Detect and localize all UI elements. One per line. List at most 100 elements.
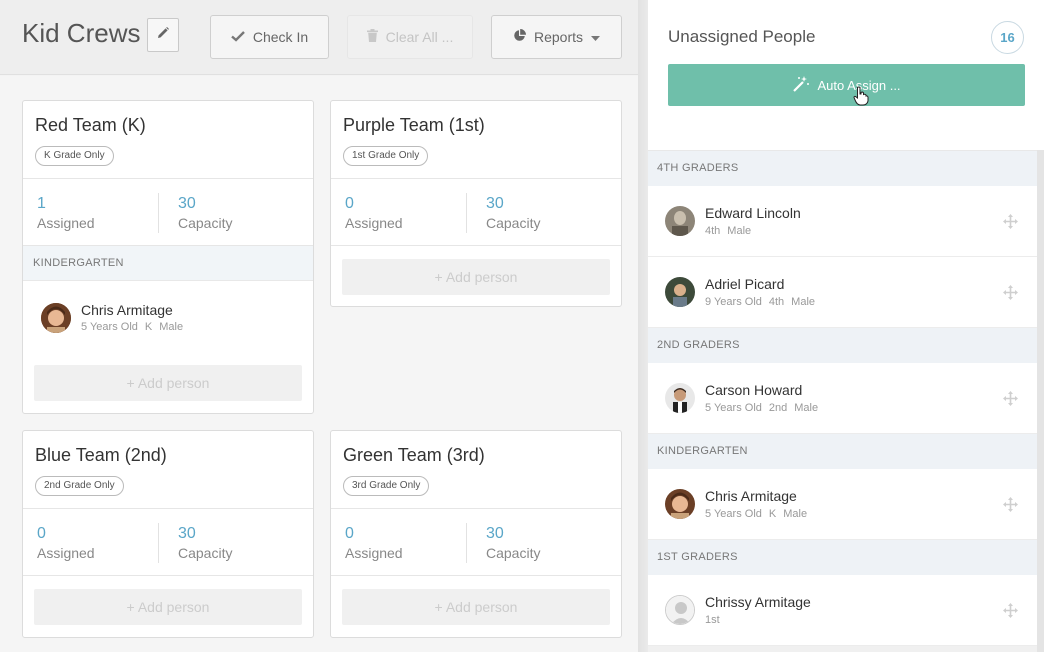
member-age: 5 Years Old [81, 321, 138, 333]
check-in-button[interactable]: Check In [210, 15, 329, 59]
capacity-stat: 30 Capacity [178, 525, 232, 561]
assigned-count: 0 [37, 525, 46, 542]
grade-section-header: 4TH GRADERS [648, 151, 1044, 186]
drag-handle-icon[interactable] [1003, 603, 1018, 623]
capacity-label: Capacity [486, 215, 541, 231]
check-in-label: Check In [252, 29, 309, 45]
stat-divider [158, 523, 159, 563]
scrollbar[interactable] [1037, 150, 1044, 652]
add-person-button[interactable]: + Add person [342, 259, 610, 295]
stat-divider [158, 193, 159, 233]
assigned-stat: 1 Assigned [37, 195, 95, 231]
team-name: Red Team (K) [35, 115, 146, 135]
grade-restriction-badge: 3rd Grade Only [343, 476, 430, 496]
assigned-stat: 0 Assigned [345, 195, 403, 231]
capacity-count: 30 [486, 525, 504, 542]
reports-dropdown-button[interactable]: Reports [491, 15, 622, 59]
team-card-red: Red Team (K) K Grade Only 1 Assigned 30 … [22, 100, 314, 414]
add-person-button[interactable]: + Add person [34, 589, 302, 625]
stat-divider [466, 523, 467, 563]
team-card-blue: Blue Team (2nd) 2nd Grade Only 0 Assigne… [22, 430, 314, 638]
assigned-label: Assigned [37, 545, 95, 561]
capacity-count: 30 [486, 195, 504, 212]
clear-all-label: Clear All ... [385, 29, 454, 45]
panel-divider [638, 0, 648, 652]
stat-divider [466, 193, 467, 233]
person-row[interactable]: Chrissy Armitage 1st [648, 575, 1037, 646]
capacity-stat: 30 Capacity [486, 195, 540, 231]
person-grade: 1st [705, 614, 720, 626]
capacity-label: Capacity [178, 545, 233, 561]
grade-section-header: KINDERGARTEN [23, 246, 313, 281]
person-gender: Male [794, 402, 819, 414]
person-name: Edward Lincoln [705, 205, 801, 221]
toolbar: Kid Crews Check In Clear All ... Reports [0, 0, 638, 75]
person-age: 5 Years Old [705, 508, 762, 520]
person-name: Chris Armitage [705, 488, 797, 504]
member-details: 5 Years Old K Male [81, 321, 190, 333]
person-name: Carson Howard [705, 382, 803, 398]
reports-label: Reports [533, 29, 584, 45]
magic-wand-icon [792, 75, 810, 96]
team-name: Green Team (3rd) [343, 445, 485, 465]
grade-restriction-badge: K Grade Only [35, 146, 114, 166]
person-details: 4th Male [705, 225, 758, 237]
capacity-label: Capacity [178, 215, 233, 231]
team-name: Purple Team (1st) [343, 115, 485, 135]
add-person-button[interactable]: + Add person [34, 365, 302, 401]
auto-assign-button[interactable]: Auto Assign ... [668, 64, 1025, 106]
grade-restriction-badge: 2nd Grade Only [35, 476, 124, 496]
person-details: 9 Years Old 4th Male [705, 296, 822, 308]
team-member-row[interactable]: Chris Armitage 5 Years Old K Male [23, 281, 313, 355]
pie-chart-icon [513, 29, 526, 45]
panel-title: Unassigned People [668, 27, 816, 46]
person-age: 9 Years Old [705, 296, 762, 308]
add-person-button[interactable]: + Add person [342, 589, 610, 625]
member-grade: K [144, 321, 153, 333]
team-stats: 0 Assigned 30 Capacity [23, 508, 313, 576]
unassigned-count-badge: 16 [991, 21, 1024, 54]
person-gender: Male [791, 296, 816, 308]
assigned-label: Assigned [345, 545, 403, 561]
unassigned-panel: Unassigned People 16 Auto Assign ... 4TH… [648, 0, 1044, 652]
assigned-label: Assigned [345, 215, 403, 231]
grade-section-header: 1ST GRADERS [648, 540, 1044, 575]
member-name: Chris Armitage [81, 302, 173, 318]
drag-handle-icon[interactable] [1003, 214, 1018, 234]
drag-handle-icon[interactable] [1003, 391, 1018, 411]
person-name: Adriel Picard [705, 276, 785, 292]
capacity-stat: 30 Capacity [178, 195, 232, 231]
team-stats: 1 Assigned 30 Capacity [23, 178, 313, 246]
edit-title-button[interactable] [147, 18, 179, 52]
grade-section-header: KINDERGARTEN [648, 434, 1044, 469]
avatar [665, 206, 695, 236]
crews-board: Red Team (K) K Grade Only 1 Assigned 30 … [0, 76, 638, 652]
drag-handle-icon[interactable] [1003, 497, 1018, 517]
person-grade: 4th [768, 296, 785, 308]
avatar [665, 489, 695, 519]
assigned-label: Assigned [37, 215, 95, 231]
assigned-count: 1 [37, 195, 46, 212]
avatar [41, 303, 71, 333]
drag-handle-icon[interactable] [1003, 285, 1018, 305]
person-row[interactable]: Edward Lincoln 4th Male [648, 186, 1037, 257]
unassigned-list: 4TH GRADERS Edward Lincoln 4th Male Adrie… [648, 150, 1044, 652]
person-gender: Male [783, 508, 808, 520]
person-details: 1st [705, 614, 727, 626]
clear-all-button[interactable]: Clear All ... [347, 15, 473, 59]
person-grade: K [768, 508, 777, 520]
assigned-stat: 0 Assigned [37, 525, 95, 561]
caret-down-icon [591, 29, 601, 45]
person-row[interactable]: Chris Armitage 5 Years Old K Male [648, 469, 1037, 540]
grade-section-header: 2ND GRADERS [648, 328, 1044, 363]
member-gender: Male [159, 321, 184, 333]
capacity-stat: 30 Capacity [486, 525, 540, 561]
trash-icon [366, 29, 378, 45]
person-row[interactable]: Carson Howard 5 Years Old 2nd Male [648, 363, 1037, 434]
person-age: 5 Years Old [705, 402, 762, 414]
grade-restriction-badge: 1st Grade Only [343, 146, 429, 166]
person-gender: Male [727, 225, 752, 237]
capacity-count: 30 [178, 195, 196, 212]
person-grade: 4th [705, 225, 721, 237]
person-row[interactable]: Adriel Picard 9 Years Old 4th Male [648, 257, 1037, 328]
